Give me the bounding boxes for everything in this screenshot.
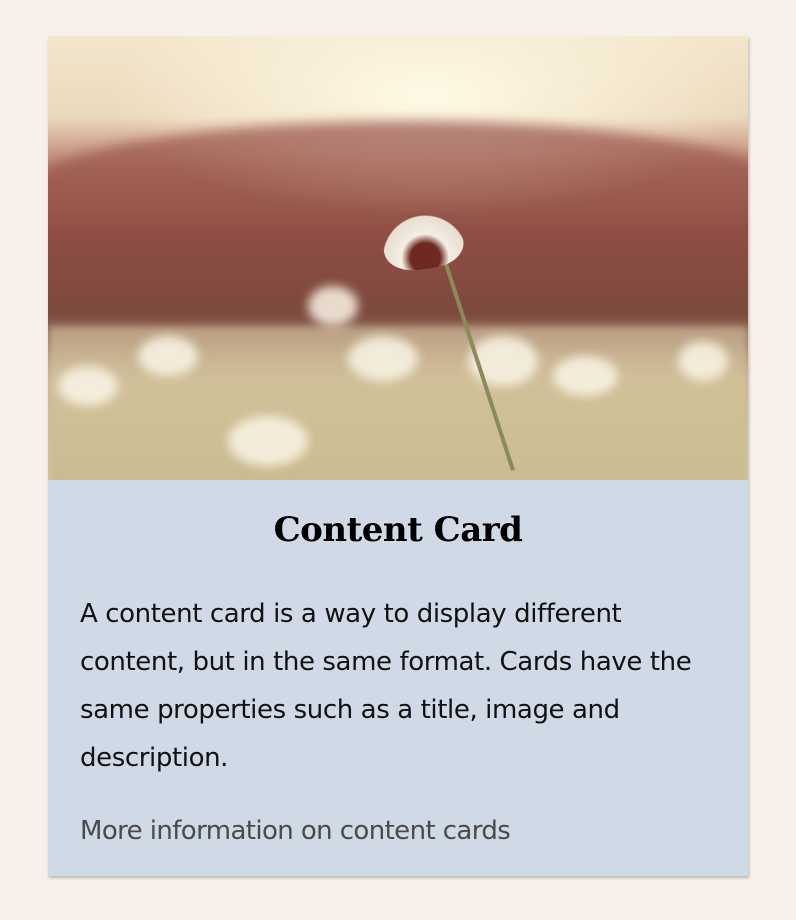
content-card: Content Card A content card is a way to … bbox=[48, 36, 748, 876]
card-title: Content Card bbox=[273, 510, 523, 550]
flower-blob bbox=[553, 356, 618, 396]
card-description: A content card is a way to display diffe… bbox=[80, 599, 692, 773]
flower-blob bbox=[308, 286, 358, 326]
more-info-link[interactable]: More information on content cards bbox=[80, 816, 511, 846]
flower-blob bbox=[348, 336, 418, 381]
flower-blob bbox=[678, 341, 728, 381]
flower-blob bbox=[228, 416, 308, 466]
flower-blob bbox=[138, 336, 198, 376]
card-image bbox=[48, 36, 748, 480]
flower-blob bbox=[58, 366, 118, 406]
